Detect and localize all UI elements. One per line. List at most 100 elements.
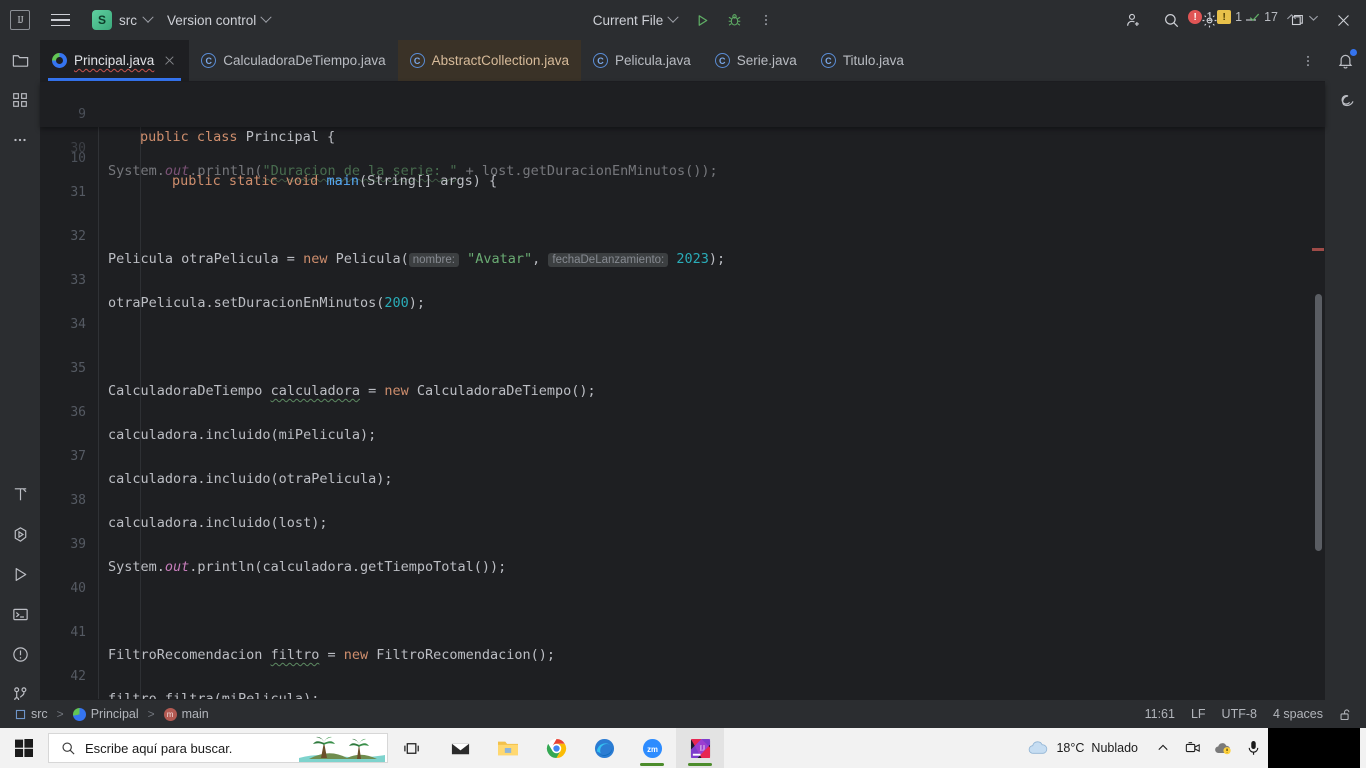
windows-taskbar: Escribe aquí para buscar. zm IJ 18°C Nub… xyxy=(0,728,1366,768)
more-vertical-icon[interactable] xyxy=(751,5,781,35)
tab-label: AbstractCollection.java xyxy=(431,53,569,68)
right-tool-rail xyxy=(1325,40,1366,714)
line-number: 36 xyxy=(70,405,86,420)
version-control-menu[interactable]: Version control xyxy=(159,7,278,33)
run-tool-icon[interactable] xyxy=(0,554,40,594)
search-icon xyxy=(62,741,75,755)
breadcrumb-item-principal[interactable]: Principal xyxy=(70,706,142,722)
tab-pelicula-java[interactable]: C Pelicula.java xyxy=(581,40,703,81)
error-marker[interactable] xyxy=(1312,248,1324,251)
project-tool-icon[interactable] xyxy=(0,40,40,80)
close-icon[interactable] xyxy=(1320,0,1366,40)
task-view-icon[interactable] xyxy=(388,728,436,768)
project-selector[interactable]: S src xyxy=(88,7,159,33)
search-input[interactable]: Escribe aquí para buscar. xyxy=(48,733,388,763)
indent-setting[interactable]: 4 spaces xyxy=(1273,707,1323,721)
build-tool-icon[interactable] xyxy=(0,474,40,514)
error-count: 1 xyxy=(1206,10,1214,24)
breadcrumb-item-src[interactable]: src xyxy=(12,706,51,722)
warning-icon: ! xyxy=(1217,10,1232,24)
code-line-40: 40 xyxy=(40,556,1325,596)
code-text: (String[] args) { xyxy=(358,173,498,189)
camera-icon[interactable] xyxy=(1178,728,1208,768)
structure-tool-icon[interactable] xyxy=(0,80,40,120)
system-tray: 18°C Nublado xyxy=(1017,728,1366,768)
terminal-tool-icon[interactable] xyxy=(0,594,40,634)
run-configuration-label: Current File xyxy=(592,12,664,28)
sticky-line-9[interactable]: 9 public class Principal { xyxy=(40,82,1325,145)
code-line-42: 42 filtro.filtra(miPelicula); xyxy=(40,644,1325,699)
breadcrumb-separator: > xyxy=(56,707,64,721)
warning-count: 1 xyxy=(1235,10,1243,24)
problems-tool-icon[interactable] xyxy=(0,634,40,674)
sticky-line-10[interactable]: 10 public static void main(String[] args… xyxy=(40,126,1325,189)
hamburger-menu-icon[interactable] xyxy=(40,0,80,40)
microphone-icon[interactable] xyxy=(1238,728,1268,768)
class-icon: C xyxy=(201,53,217,68)
previous-problem-icon[interactable] xyxy=(1282,8,1300,26)
tab-calculadoradetiempo-java[interactable]: C CalculadoraDeTiempo.java xyxy=(189,40,397,81)
more-tools-icon[interactable] xyxy=(0,120,40,160)
search-icon[interactable] xyxy=(1152,0,1190,40)
mail-icon[interactable] xyxy=(436,728,484,768)
tab-titulo-java[interactable]: C Titulo.java xyxy=(809,40,916,81)
editor-tab-bar: Principal.java C CalculadoraDeTiempo.jav… xyxy=(40,40,1325,82)
next-problem-icon[interactable] xyxy=(1304,8,1322,26)
line-number: 40 xyxy=(70,581,86,596)
ai-assistant-icon[interactable] xyxy=(1326,80,1366,120)
tab-label: Pelicula.java xyxy=(614,53,691,68)
line-number: 9 xyxy=(78,107,86,122)
zoom-icon[interactable]: zm xyxy=(628,728,676,768)
line-number: 38 xyxy=(70,493,86,508)
tab-serie-java[interactable]: C Serie.java xyxy=(703,40,809,81)
close-icon[interactable] xyxy=(163,54,177,68)
google-chrome-icon[interactable] xyxy=(532,728,580,768)
project-badge: S xyxy=(92,10,112,30)
coverage-tool-icon[interactable] xyxy=(0,514,40,554)
run-configuration-selector[interactable]: Current File xyxy=(585,7,686,33)
code-line-43: 43 xyxy=(40,688,1325,699)
file-encoding[interactable]: UTF-8 xyxy=(1222,707,1257,721)
left-tool-rail xyxy=(0,40,40,714)
breadcrumb-item-main[interactable]: m main xyxy=(161,706,212,722)
class-icon xyxy=(72,707,86,721)
scrollbar-thumb[interactable] xyxy=(1315,294,1322,551)
weather-widget[interactable]: 18°C Nublado xyxy=(1017,728,1148,768)
intellij-idea-icon[interactable]: IJ xyxy=(676,728,724,768)
code-method: main xyxy=(326,173,359,189)
debug-icon[interactable] xyxy=(719,5,749,35)
tab-principal-java[interactable]: Principal.java xyxy=(40,40,190,81)
class-icon: C xyxy=(820,53,836,68)
line-number: 39 xyxy=(70,537,86,552)
intellij-idea-window: IJ S src Version control Current File Pr… xyxy=(0,0,1366,768)
clock-area[interactable] xyxy=(1268,728,1360,768)
tab-label: Serie.java xyxy=(736,53,797,68)
line-separator[interactable]: LF xyxy=(1191,707,1206,721)
file-explorer-icon[interactable] xyxy=(484,728,532,768)
tab-label: CalculadoraDeTiempo.java xyxy=(223,53,386,68)
code-line-41: 41 FiltroRecomendacion filtro = new Filt… xyxy=(40,600,1325,663)
sticky-scroll-header: 9 public class Principal { 10 public sta… xyxy=(40,82,1325,189)
breadcrumb-label: main xyxy=(181,707,209,721)
code-keyword: public static void xyxy=(172,173,327,189)
line-number: 35 xyxy=(70,361,86,376)
status-bar: src > Principal > m main 11:61 LF UTF-8 … xyxy=(0,700,1366,728)
inspections-widget[interactable]: ! 1 ! 1 17 xyxy=(1188,8,1322,26)
run-icon[interactable] xyxy=(687,5,717,35)
add-collaborator-icon[interactable] xyxy=(1114,0,1152,40)
notifications-icon[interactable] xyxy=(1326,40,1366,80)
tab-abstractcollection-java[interactable]: C AbstractCollection.java xyxy=(397,40,581,81)
microsoft-edge-icon[interactable] xyxy=(580,728,628,768)
svg-text:IJ: IJ xyxy=(699,743,705,752)
code-line-33: 33 otraPelicula.setDuracionEnMinutos(200… xyxy=(40,248,1325,311)
unlocked-icon[interactable] xyxy=(1339,708,1352,721)
onedrive-warning-icon[interactable] xyxy=(1208,728,1238,768)
tab-options-icon[interactable] xyxy=(1291,40,1325,81)
start-button[interactable] xyxy=(0,728,48,768)
code-line-35: 35 CalculadoraDeTiempo calculadora = new… xyxy=(40,336,1325,399)
editor-scrollbar[interactable] xyxy=(1312,82,1325,699)
show-hidden-icons-chevron[interactable] xyxy=(1148,728,1178,768)
search-island-image xyxy=(299,734,385,762)
caret-position[interactable]: 11:61 xyxy=(1145,707,1175,721)
weather-temp: 18°C xyxy=(1056,741,1085,755)
